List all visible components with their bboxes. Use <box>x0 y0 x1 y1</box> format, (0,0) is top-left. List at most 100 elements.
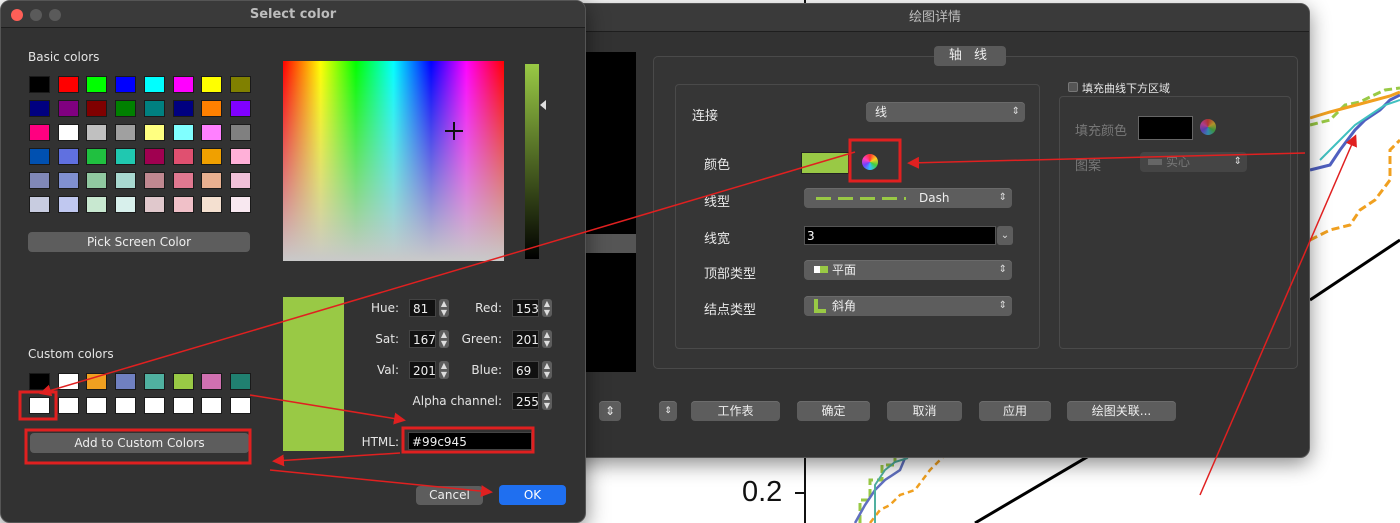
basic-color-swatch-10[interactable] <box>86 100 108 117</box>
alpha-input[interactable]: 255 <box>512 392 539 410</box>
linewidth-dropdown-button[interactable]: ⌄ <box>997 226 1013 245</box>
basic-color-swatch-19[interactable] <box>115 124 137 141</box>
crosshair-icon[interactable] <box>445 122 463 140</box>
basic-color-swatch-36[interactable] <box>143 172 165 189</box>
basic-color-swatch-24[interactable] <box>29 148 50 165</box>
basic-color-swatch-12[interactable] <box>143 100 165 117</box>
custom-color-swatch-2[interactable] <box>86 373 108 390</box>
basic-color-swatch-26[interactable] <box>86 148 108 165</box>
hue-stepper[interactable]: ▲ ▼ <box>439 299 449 317</box>
custom-color-swatch-10[interactable] <box>86 397 108 414</box>
basic-color-swatch-9[interactable] <box>57 100 79 117</box>
basic-color-swatch-45[interactable] <box>172 196 194 213</box>
slider-handle-icon[interactable] <box>540 100 546 110</box>
cancel-button[interactable]: 取消 <box>887 401 962 421</box>
custom-color-swatch-0[interactable] <box>29 373 50 390</box>
custom-color-swatch-5[interactable] <box>172 373 194 390</box>
basic-color-swatch-32[interactable] <box>29 172 50 189</box>
minimize-window-icon[interactable] <box>30 9 42 21</box>
html-color-input[interactable]: #99c945 <box>408 432 532 450</box>
basic-color-swatch-29[interactable] <box>172 148 194 165</box>
color-wheel-icon[interactable] <box>862 154 878 170</box>
tab-axis-line[interactable]: 轴 线 <box>934 46 1006 66</box>
basic-color-swatch-5[interactable] <box>172 76 194 93</box>
linewidth-input[interactable]: 3 <box>804 226 996 245</box>
pattern-dropdown[interactable]: 实心 ⇕ <box>1140 152 1247 172</box>
val-stepper[interactable]: ▲ ▼ <box>439 361 449 379</box>
basic-color-swatch-0[interactable] <box>29 76 50 93</box>
alpha-stepper[interactable]: ▲ ▼ <box>542 392 552 410</box>
basic-color-swatch-6[interactable] <box>201 76 223 93</box>
worksheet-button[interactable]: 工作表 <box>691 401 780 421</box>
plot-preview-scrollbar[interactable] <box>586 234 636 253</box>
basic-color-swatch-17[interactable] <box>57 124 79 141</box>
sat-input[interactable]: 167 <box>409 330 436 348</box>
custom-color-swatch-8[interactable] <box>29 397 50 414</box>
basic-color-swatch-31[interactable] <box>229 148 251 165</box>
basic-color-swatch-13[interactable] <box>172 100 194 117</box>
basic-color-swatch-2[interactable] <box>86 76 108 93</box>
basic-color-swatch-14[interactable] <box>201 100 223 117</box>
basic-color-swatch-44[interactable] <box>143 196 165 213</box>
basic-color-swatch-3[interactable] <box>115 76 137 93</box>
fill-under-checkbox[interactable] <box>1068 82 1078 92</box>
blue-stepper[interactable]: ▲ ▼ <box>542 361 552 379</box>
basic-color-swatch-25[interactable] <box>57 148 79 165</box>
custom-color-swatch-12[interactable] <box>143 397 165 414</box>
basic-color-swatch-37[interactable] <box>172 172 194 189</box>
left-dropdown-button[interactable]: ⇕ <box>599 401 621 421</box>
value-slider[interactable] <box>525 64 539 259</box>
val-input[interactable]: 201 <box>409 361 436 379</box>
custom-color-swatch-15[interactable] <box>229 397 251 414</box>
basic-color-swatch-1[interactable] <box>57 76 79 93</box>
custom-color-swatch-13[interactable] <box>172 397 194 414</box>
plot-associate-button[interactable]: 绘图关联... <box>1067 401 1176 421</box>
basic-color-swatch-41[interactable] <box>57 196 79 213</box>
red-stepper[interactable]: ▲ ▼ <box>542 299 552 317</box>
sat-stepper[interactable]: ▲ ▼ <box>439 330 449 348</box>
basic-color-swatch-22[interactable] <box>201 124 223 141</box>
basic-color-swatch-18[interactable] <box>86 124 108 141</box>
hue-input[interactable]: 81 <box>409 299 436 317</box>
linestyle-dropdown[interactable]: Dash ⇕ <box>804 188 1012 208</box>
zoom-window-icon[interactable] <box>49 9 61 21</box>
basic-color-swatch-28[interactable] <box>143 148 165 165</box>
custom-color-swatch-3[interactable] <box>115 373 137 390</box>
apply-button[interactable]: 应用 <box>979 401 1051 421</box>
basic-color-swatch-42[interactable] <box>86 196 108 213</box>
custom-color-swatch-7[interactable] <box>229 373 251 390</box>
fill-color-swatch[interactable] <box>1138 116 1193 140</box>
basic-color-swatch-27[interactable] <box>115 148 137 165</box>
custom-color-swatch-4[interactable] <box>143 373 165 390</box>
basic-color-swatch-15[interactable] <box>229 100 251 117</box>
more-options-button[interactable]: ⇕ <box>659 401 677 421</box>
hue-saturation-picker[interactable] <box>283 61 504 261</box>
color-cancel-button[interactable]: Cancel <box>416 486 483 505</box>
basic-color-swatch-34[interactable] <box>86 172 108 189</box>
add-to-custom-colors-button[interactable]: Add to Custom Colors <box>30 433 249 453</box>
custom-color-swatch-1[interactable] <box>57 373 79 390</box>
custom-color-swatch-6[interactable] <box>201 373 223 390</box>
custom-color-swatch-9[interactable] <box>57 397 79 414</box>
line-color-swatch[interactable] <box>801 152 849 174</box>
basic-color-swatch-46[interactable] <box>201 196 223 213</box>
basic-color-swatch-4[interactable] <box>143 76 165 93</box>
color-ok-button[interactable]: OK <box>499 485 566 505</box>
basic-color-swatch-20[interactable] <box>143 124 165 141</box>
basic-color-swatch-8[interactable] <box>29 100 50 117</box>
basic-color-swatch-23[interactable] <box>229 124 251 141</box>
basic-color-swatch-47[interactable] <box>229 196 251 213</box>
custom-color-swatch-14[interactable] <box>201 397 223 414</box>
basic-color-swatch-33[interactable] <box>57 172 79 189</box>
green-stepper[interactable]: ▲ ▼ <box>542 330 552 348</box>
blue-input[interactable]: 69 <box>512 361 539 379</box>
basic-color-swatch-11[interactable] <box>115 100 137 117</box>
green-input[interactable]: 201 <box>512 330 539 348</box>
basic-color-swatch-21[interactable] <box>172 124 194 141</box>
cap-dropdown[interactable]: 平面 ⇕ <box>804 260 1012 280</box>
basic-color-swatch-38[interactable] <box>201 172 223 189</box>
basic-color-swatch-40[interactable] <box>29 196 50 213</box>
basic-color-swatch-7[interactable] <box>229 76 251 93</box>
basic-color-swatch-43[interactable] <box>115 196 137 213</box>
confirm-button[interactable]: 确定 <box>797 401 870 421</box>
